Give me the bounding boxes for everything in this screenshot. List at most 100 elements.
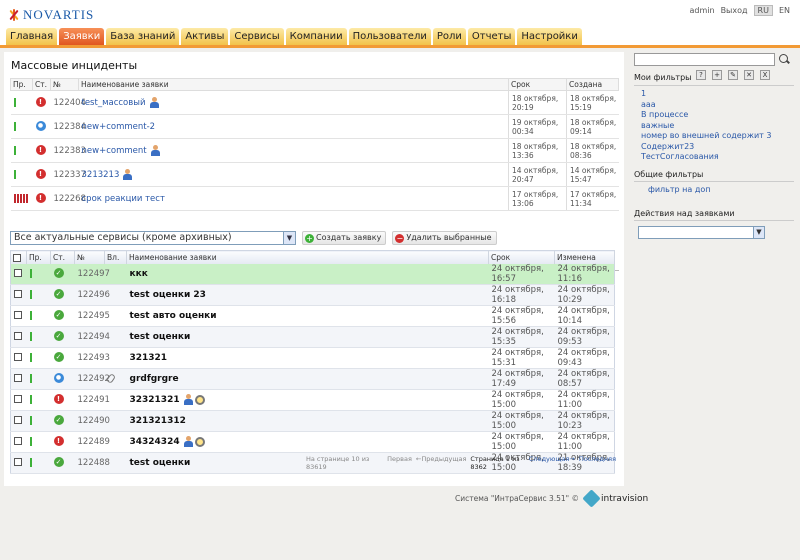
table-row[interactable]: ✓ 122490 321321312 24 октября, 15:00 24 октя… xyxy=(10,410,615,432)
nav-tab[interactable]: Сервисы xyxy=(230,28,284,45)
mass-incident-row[interactable]: ● 122384 new+comment-2 19 октября, 00:34 18 о… xyxy=(10,114,619,139)
row-checkbox[interactable] xyxy=(14,269,22,277)
nav-tab[interactable]: Заявки xyxy=(59,28,105,45)
column-header[interactable]: № xyxy=(50,78,79,91)
service-filter-select[interactable]: Все актуальные сервисы (кроме архивных) … xyxy=(10,231,296,245)
mass-incident-row[interactable]: ! 122383 new+comment 18 октября, 13:36 18 окт… xyxy=(10,138,619,163)
table-row[interactable]: ✓ 122494 test оценки 24 октября, 15:35 24 ок… xyxy=(10,326,615,348)
filter-link[interactable]: Содержит23 xyxy=(641,142,771,153)
user-link[interactable]: admin xyxy=(689,6,714,15)
request-number[interactable]: 122497 xyxy=(74,263,110,285)
intravision-logo[interactable]: intravision xyxy=(582,489,648,508)
request-name-link[interactable]: 34324324 xyxy=(130,437,180,447)
row-checkbox[interactable] xyxy=(14,374,22,382)
filter-link[interactable]: 1 xyxy=(641,89,771,100)
request-number[interactable]: 122384 xyxy=(50,114,86,139)
mass-incident-row[interactable]: ! 122268 срок реакции тест 17 октября, 13:06… xyxy=(10,186,619,211)
nav-tab[interactable]: База знаний xyxy=(106,28,180,45)
select-all-checkbox[interactable] xyxy=(13,253,21,262)
table-row[interactable]: ● 122492 grdfgrgre 24 октября, 17:49 24 октя… xyxy=(10,368,615,390)
column-header[interactable]: Ст. xyxy=(32,78,51,91)
row-checkbox[interactable] xyxy=(14,395,22,403)
filter-link[interactable]: ТестСогласования xyxy=(641,152,771,163)
nav-tab[interactable]: Главная xyxy=(6,28,58,45)
nav-tab[interactable]: Компании xyxy=(285,28,347,45)
request-number[interactable]: 122488 xyxy=(74,452,110,474)
column-header[interactable]: Наименование заявки xyxy=(126,250,489,264)
help-icon[interactable]: ? xyxy=(696,70,706,80)
request-name-link[interactable]: test оценки xyxy=(130,332,191,342)
table-row[interactable]: ✓ 122495 test авто оценки 24 октября, 15:56… xyxy=(10,305,615,327)
chevron-down-icon[interactable]: ▼ xyxy=(753,227,764,238)
nav-tab[interactable]: Настройки xyxy=(517,28,582,45)
lang-en-button[interactable]: EN xyxy=(779,6,790,15)
request-number[interactable]: 122496 xyxy=(74,284,110,306)
table-row[interactable]: ✓ 122497 ккк 24 октября, 16:57 24 октября, 1… xyxy=(10,263,615,285)
request-number[interactable]: 122268 xyxy=(50,186,86,211)
search-icon[interactable] xyxy=(778,53,790,65)
row-checkbox[interactable] xyxy=(14,290,22,298)
request-name-link[interactable]: test оценки 23 xyxy=(130,290,206,300)
pager-next[interactable]: Следующая→ xyxy=(529,455,575,471)
request-name-link[interactable]: 32321321 xyxy=(130,395,180,405)
request-name-link[interactable]: new+comment xyxy=(82,146,147,156)
request-number[interactable]: 122490 xyxy=(74,410,110,432)
mass-incident-row[interactable]: ! 122404 test_массовый 18 октября, 20:19 18 о… xyxy=(10,90,619,115)
delete-selected-button[interactable]: − Удалить выбранные xyxy=(392,231,497,245)
filter-link[interactable]: фильтр на доп xyxy=(648,185,710,196)
novartis-logo[interactable]: NOVARTIS xyxy=(8,7,94,23)
request-name-link[interactable]: ккк xyxy=(130,269,148,279)
create-request-button[interactable]: + Создать заявку xyxy=(302,231,387,245)
request-number[interactable]: 122337 xyxy=(50,162,86,187)
nav-tab[interactable]: Пользователи xyxy=(348,28,431,45)
table-row[interactable]: ✓ 122493 321321 24 октября, 15:31 24 октября… xyxy=(10,347,615,369)
column-header[interactable]: № xyxy=(74,250,105,264)
chevron-down-icon[interactable]: ▼ xyxy=(283,232,295,244)
request-number[interactable]: 122493 xyxy=(74,347,110,369)
edit-filter-icon[interactable]: ✎ xyxy=(728,70,738,80)
nav-tab[interactable]: Роли xyxy=(432,28,466,45)
row-checkbox[interactable] xyxy=(14,458,22,466)
request-number[interactable]: 122492 xyxy=(74,368,110,390)
table-row[interactable]: ✓ 122496 test оценки 23 24 октября, 16:18 24… xyxy=(10,284,615,306)
nav-tab[interactable]: Отчеты xyxy=(467,28,516,45)
column-header[interactable]: Вл. xyxy=(104,250,127,264)
request-number[interactable]: 122491 xyxy=(74,389,110,411)
column-header[interactable]: Срок xyxy=(488,250,555,264)
request-name-link[interactable]: grdfgrgre xyxy=(130,374,179,384)
column-header[interactable]: Создана xyxy=(566,78,619,91)
column-header[interactable]: Пр. xyxy=(26,250,51,264)
logout-link[interactable]: Выход xyxy=(721,6,748,15)
actions-select[interactable]: ▼ xyxy=(638,226,765,239)
filter-link[interactable]: номер во внешней содержит 3 xyxy=(641,131,771,142)
column-header[interactable]: Пр. xyxy=(10,78,33,91)
table-row[interactable]: ! 122489 34324324 24 октября, 15:00 24 октяб… xyxy=(10,431,615,453)
nav-tab[interactable]: Активы xyxy=(181,28,229,45)
row-checkbox[interactable] xyxy=(14,437,22,445)
filter-link[interactable]: ааа xyxy=(641,100,771,111)
request-name-link[interactable]: срок реакции тест xyxy=(82,194,165,204)
request-number[interactable]: 122383 xyxy=(50,138,86,163)
request-name-link[interactable]: 321321312 xyxy=(130,416,186,426)
add-filter-icon[interactable]: + xyxy=(712,70,722,80)
mass-incident-row[interactable]: ! 122337 3213213 14 октября, 20:47 14 октября… xyxy=(10,162,619,187)
lang-ru-button[interactable]: RU xyxy=(753,5,773,16)
column-header[interactable]: Изменена xyxy=(554,250,615,264)
column-header[interactable]: Наименование заявки xyxy=(78,78,509,91)
delete-filter-icon[interactable]: ✕ xyxy=(744,70,754,80)
pager-last[interactable]: Последняя xyxy=(579,455,616,471)
row-checkbox[interactable] xyxy=(14,416,22,424)
excel-export-icon[interactable]: X xyxy=(760,70,770,80)
request-number[interactable]: 122404 xyxy=(50,90,86,115)
request-name-link[interactable]: test оценки xyxy=(130,458,191,468)
request-name-link[interactable]: new+comment-2 xyxy=(82,122,156,132)
row-checkbox[interactable] xyxy=(14,311,22,319)
row-checkbox[interactable] xyxy=(14,332,22,340)
row-checkbox[interactable] xyxy=(14,353,22,361)
search-input[interactable] xyxy=(634,53,775,66)
column-header[interactable]: Срок xyxy=(508,78,567,91)
request-number[interactable]: 122494 xyxy=(74,326,110,348)
request-number[interactable]: 122495 xyxy=(74,305,110,327)
request-number[interactable]: 122489 xyxy=(74,431,110,453)
filter-link[interactable]: важные xyxy=(641,121,771,132)
